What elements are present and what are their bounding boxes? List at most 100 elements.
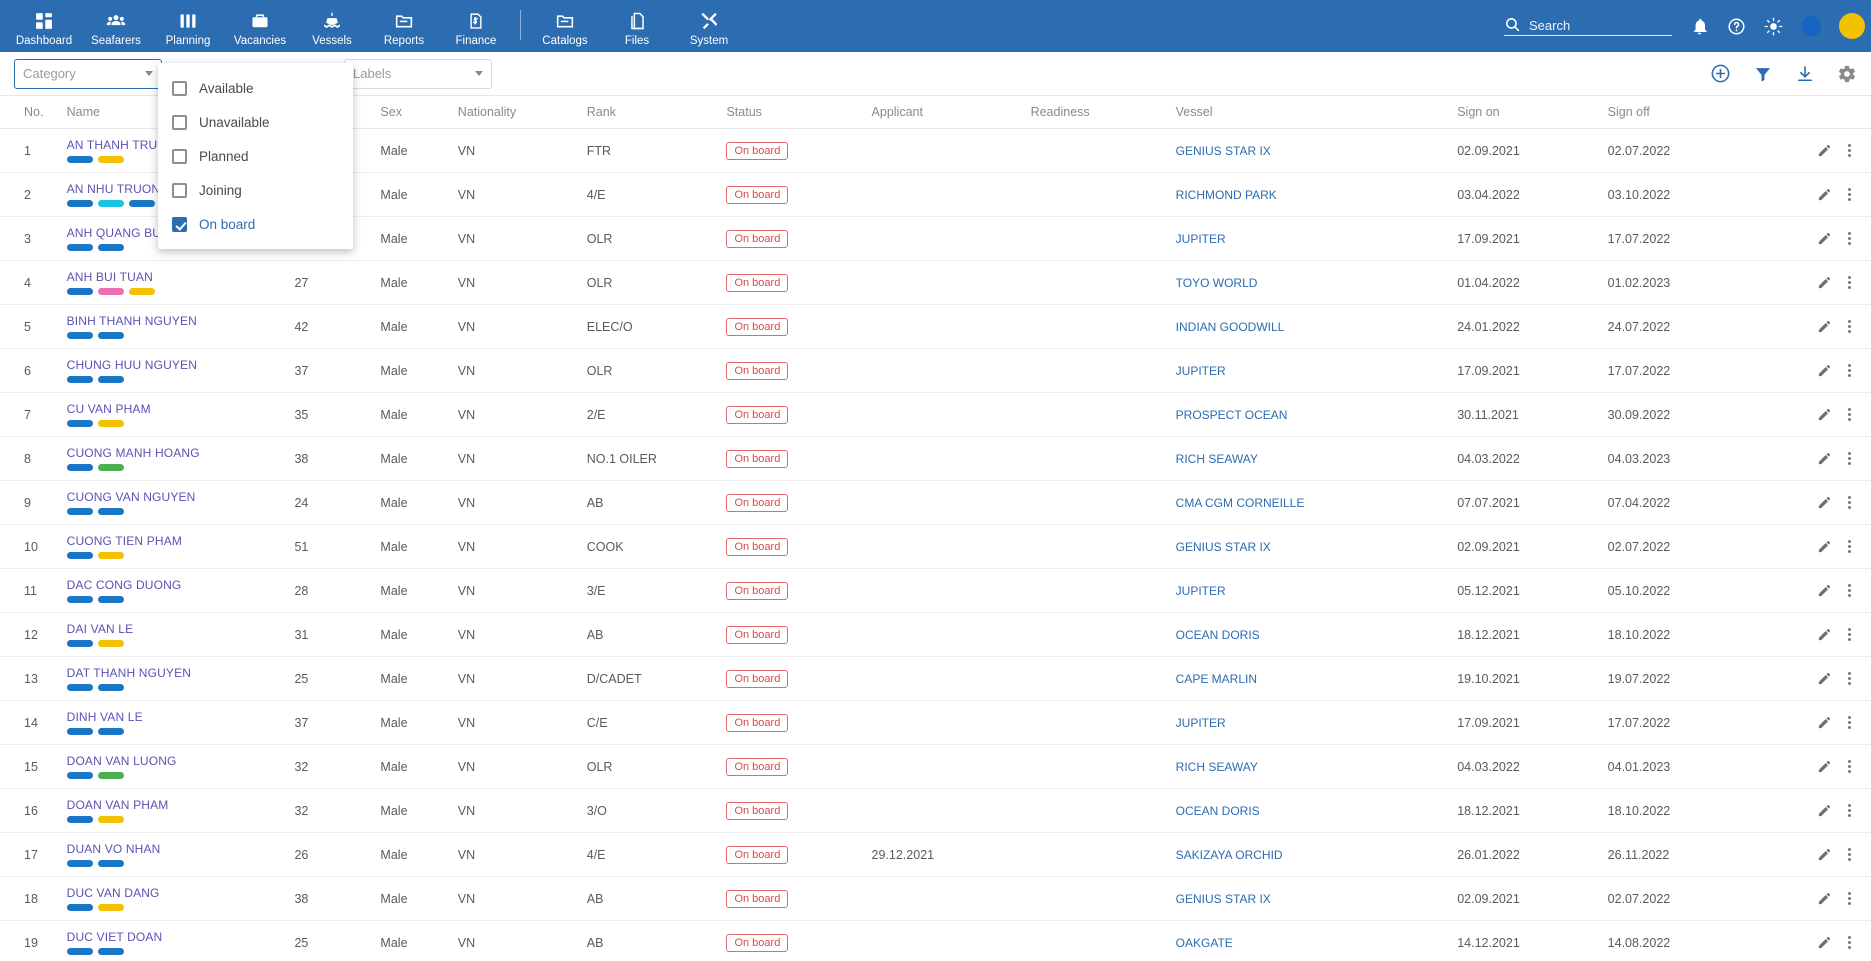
dropdown-option-on-board[interactable]: On board xyxy=(158,207,353,241)
column-header-readiness[interactable]: Readiness xyxy=(1030,96,1176,129)
nav-item-vacancies[interactable]: Vacancies xyxy=(224,0,296,52)
vessel-link[interactable]: RICH SEAWAY xyxy=(1176,452,1258,466)
table-row[interactable]: 19 DUC VIET DOAN 25 Male VN AB On board OAKGATE… xyxy=(0,920,1871,961)
vessel-link[interactable]: JUPITER xyxy=(1176,716,1226,730)
seafarer-name-link[interactable]: CU VAN PHAM xyxy=(67,402,289,416)
nav-item-reports[interactable]: Reports xyxy=(368,0,440,52)
more-options-icon[interactable] xyxy=(1848,144,1851,157)
seafarer-name-link[interactable]: DINH VAN LE xyxy=(67,710,289,724)
vessel-link[interactable]: RICH SEAWAY xyxy=(1176,760,1258,774)
edit-pencil-icon[interactable] xyxy=(1817,583,1832,598)
checkbox-icon[interactable] xyxy=(172,182,187,198)
edit-pencil-icon[interactable] xyxy=(1817,539,1832,554)
nav-item-system[interactable]: System xyxy=(673,0,745,52)
table-row[interactable]: 18 DUC VAN DANG 38 Male VN AB On board GENIUS S… xyxy=(0,876,1871,921)
checkbox-icon[interactable] xyxy=(172,148,187,164)
nav-item-finance[interactable]: Finance xyxy=(440,0,512,52)
vessel-link[interactable]: OAKGATE xyxy=(1176,936,1233,950)
seafarer-name-link[interactable]: DUC VIET DOAN xyxy=(67,930,289,944)
seafarer-name-link[interactable]: DOAN VAN LUONG xyxy=(67,754,289,768)
labels-select[interactable]: Labels xyxy=(344,58,492,89)
more-options-icon[interactable] xyxy=(1848,276,1851,289)
table-row[interactable]: 6 CHUNG HUU NGUYEN 37 Male VN OLR On board JUPI… xyxy=(0,348,1871,393)
edit-pencil-icon[interactable] xyxy=(1817,715,1832,730)
more-options-icon[interactable] xyxy=(1848,936,1851,949)
vessel-link[interactable]: RICHMOND PARK xyxy=(1176,188,1277,202)
column-header-sex[interactable]: Sex xyxy=(380,96,458,129)
table-row[interactable]: 11 DAC CONG DUONG 28 Male VN 3/E On board JUPIT… xyxy=(0,568,1871,613)
seafarer-name-link[interactable]: CUONG VAN NGUYEN xyxy=(67,490,289,504)
more-options-icon[interactable] xyxy=(1848,672,1851,685)
seafarer-name-link[interactable]: CUONG TIEN PHAM xyxy=(67,534,289,548)
add-circle-icon[interactable] xyxy=(1710,63,1731,84)
more-options-icon[interactable] xyxy=(1848,232,1851,245)
more-options-icon[interactable] xyxy=(1848,320,1851,333)
help-icon[interactable] xyxy=(1727,17,1746,36)
vessel-link[interactable]: JUPITER xyxy=(1176,232,1226,246)
brightness-icon[interactable] xyxy=(1764,17,1783,36)
seafarer-name-link[interactable]: BINH THANH NGUYEN xyxy=(67,314,289,328)
seafarer-name-link[interactable]: ANH BUI TUAN xyxy=(67,270,289,284)
download-icon[interactable] xyxy=(1795,64,1815,84)
checkbox-icon[interactable] xyxy=(172,114,187,130)
column-header-rank[interactable]: Rank xyxy=(586,96,727,129)
more-options-icon[interactable] xyxy=(1848,892,1851,905)
vessel-link[interactable]: CMA CGM CORNEILLE xyxy=(1176,496,1305,510)
dropdown-option-unavailable[interactable]: Unavailable xyxy=(158,105,353,139)
status-filter-dropdown[interactable]: Available Unavailable Planned Joining On boa… xyxy=(158,63,353,249)
seafarer-name-link[interactable]: DUC VAN DANG xyxy=(67,886,289,900)
filter-icon[interactable] xyxy=(1753,64,1773,84)
global-search[interactable] xyxy=(1504,16,1672,36)
column-header-nationality[interactable]: Nationality xyxy=(457,96,587,129)
edit-pencil-icon[interactable] xyxy=(1817,187,1832,202)
seafarer-name-link[interactable]: CHUNG HUU NGUYEN xyxy=(67,358,289,372)
table-row[interactable]: 4 ANH BUI TUAN 27 Male VN OLR On board TOYO WOR… xyxy=(0,260,1871,305)
edit-pencil-icon[interactable] xyxy=(1817,407,1832,422)
seafarer-name-link[interactable]: DOAN VAN PHAM xyxy=(67,798,289,812)
more-options-icon[interactable] xyxy=(1848,628,1851,641)
vessel-link[interactable]: PROSPECT OCEAN xyxy=(1176,408,1288,422)
more-options-icon[interactable] xyxy=(1848,804,1851,817)
edit-pencil-icon[interactable] xyxy=(1817,143,1832,158)
checkbox-icon[interactable] xyxy=(172,80,187,96)
nav-item-catalogs[interactable]: Catalogs xyxy=(529,0,601,52)
vessel-link[interactable]: TOYO WORLD xyxy=(1176,276,1258,290)
edit-pencil-icon[interactable] xyxy=(1817,671,1832,686)
table-row[interactable]: 8 CUONG MANH HOANG 38 Male VN NO.1 OILER On bo… xyxy=(0,436,1871,481)
nav-item-vessels[interactable]: Vessels xyxy=(296,0,368,52)
column-header-applicant[interactable]: Applicant xyxy=(871,96,1031,129)
nav-item-dashboard[interactable]: Dashboard xyxy=(8,0,80,52)
vessel-link[interactable]: GENIUS STAR IX xyxy=(1176,892,1271,906)
edit-pencil-icon[interactable] xyxy=(1817,935,1832,950)
more-options-icon[interactable] xyxy=(1848,584,1851,597)
edit-pencil-icon[interactable] xyxy=(1817,363,1832,378)
edit-pencil-icon[interactable] xyxy=(1817,451,1832,466)
avatar-blue[interactable] xyxy=(1801,16,1821,36)
table-row[interactable]: 17 DUAN VO NHAN 26 Male VN 4/E On board 29.12.2… xyxy=(0,832,1871,877)
table-row[interactable]: 5 BINH THANH NGUYEN 42 Male VN ELEC/O On board… xyxy=(0,304,1871,349)
column-header-no[interactable]: No. xyxy=(0,96,67,129)
more-options-icon[interactable] xyxy=(1848,848,1851,861)
vessel-link[interactable]: CAPE MARLIN xyxy=(1176,672,1257,686)
settings-gear-icon[interactable] xyxy=(1837,64,1857,84)
vessel-link[interactable]: OCEAN DORIS xyxy=(1176,628,1260,642)
table-row[interactable]: 7 CU VAN PHAM 35 Male VN 2/E On board PROSPECT … xyxy=(0,392,1871,437)
more-options-icon[interactable] xyxy=(1848,760,1851,773)
category-select[interactable]: Category xyxy=(14,58,162,89)
nav-item-seafarers[interactable]: Seafarers xyxy=(80,0,152,52)
checkbox-icon[interactable] xyxy=(172,216,187,232)
seafarer-name-link[interactable]: DAC CONG DUONG xyxy=(67,578,289,592)
edit-pencil-icon[interactable] xyxy=(1817,319,1832,334)
edit-pencil-icon[interactable] xyxy=(1817,891,1832,906)
edit-pencil-icon[interactable] xyxy=(1817,847,1832,862)
vessel-link[interactable]: OCEAN DORIS xyxy=(1176,804,1260,818)
more-options-icon[interactable] xyxy=(1848,496,1851,509)
seafarer-name-link[interactable]: DUAN VO NHAN xyxy=(67,842,289,856)
nav-item-planning[interactable]: Planning xyxy=(152,0,224,52)
table-row[interactable]: 16 DOAN VAN PHAM 32 Male VN 3/O On board OCEAN … xyxy=(0,788,1871,833)
column-header-sign-off[interactable]: Sign off xyxy=(1607,96,1769,129)
edit-pencil-icon[interactable] xyxy=(1817,275,1832,290)
seafarer-name-link[interactable]: CUONG MANH HOANG xyxy=(67,446,289,460)
vessel-link[interactable]: JUPITER xyxy=(1176,584,1226,598)
table-row[interactable]: 10 CUONG TIEN PHAM 51 Male VN COOK On board GEN… xyxy=(0,524,1871,569)
